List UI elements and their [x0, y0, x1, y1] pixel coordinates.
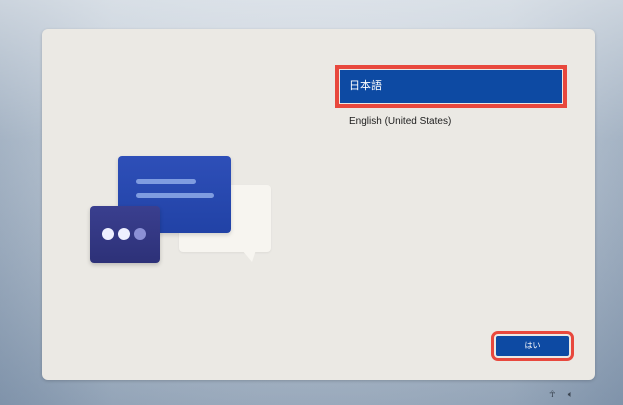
bubble-line-2	[136, 193, 214, 198]
volume-icon[interactable]: 🔈︎	[568, 388, 573, 400]
language-list: 日本語 English (United States)	[335, 65, 567, 136]
accessibility-icon[interactable]: ☥	[549, 388, 556, 400]
yes-button[interactable]: はい	[491, 331, 574, 361]
bubble-line-1	[136, 179, 196, 184]
speech-bubble-tail	[242, 250, 256, 262]
language-option-japanese[interactable]: 日本語	[335, 65, 567, 108]
oobe-window: 日本語 English (United States) はい	[42, 29, 595, 380]
typing-dot-2	[118, 228, 130, 240]
typing-bubble	[90, 206, 160, 263]
typing-dot-3	[134, 228, 146, 240]
typing-dot-1	[102, 228, 114, 240]
system-tray: ☥ 🔈︎	[549, 388, 573, 400]
language-option-english-us[interactable]: English (United States)	[340, 108, 562, 136]
language-illustration	[90, 156, 280, 276]
